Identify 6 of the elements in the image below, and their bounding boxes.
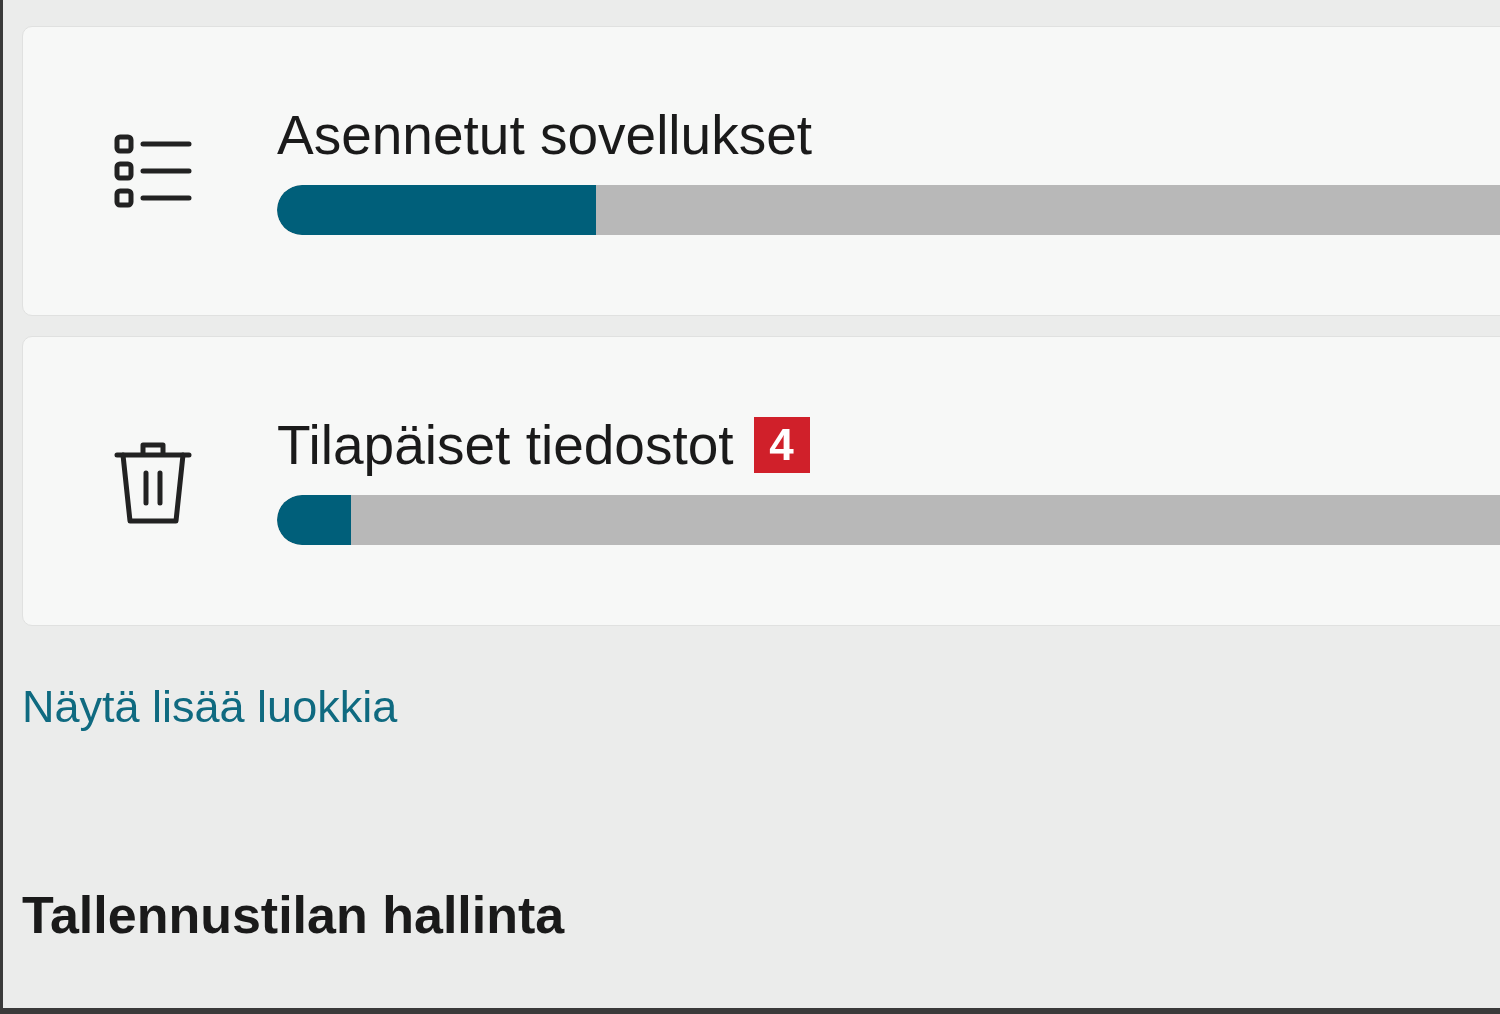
more-categories-link[interactable]: Näytä lisää luokkia — [22, 684, 398, 729]
count-badge: 4 — [753, 417, 810, 473]
category-title: Asennetut sovellukset — [277, 107, 813, 163]
section-heading: Tallennustilan hallinta — [22, 889, 565, 941]
category-card[interactable]: Asennetut sovellukset — [22, 26, 1500, 316]
category-card[interactable]: Tilapäiset tiedostot 4 — [22, 336, 1500, 626]
